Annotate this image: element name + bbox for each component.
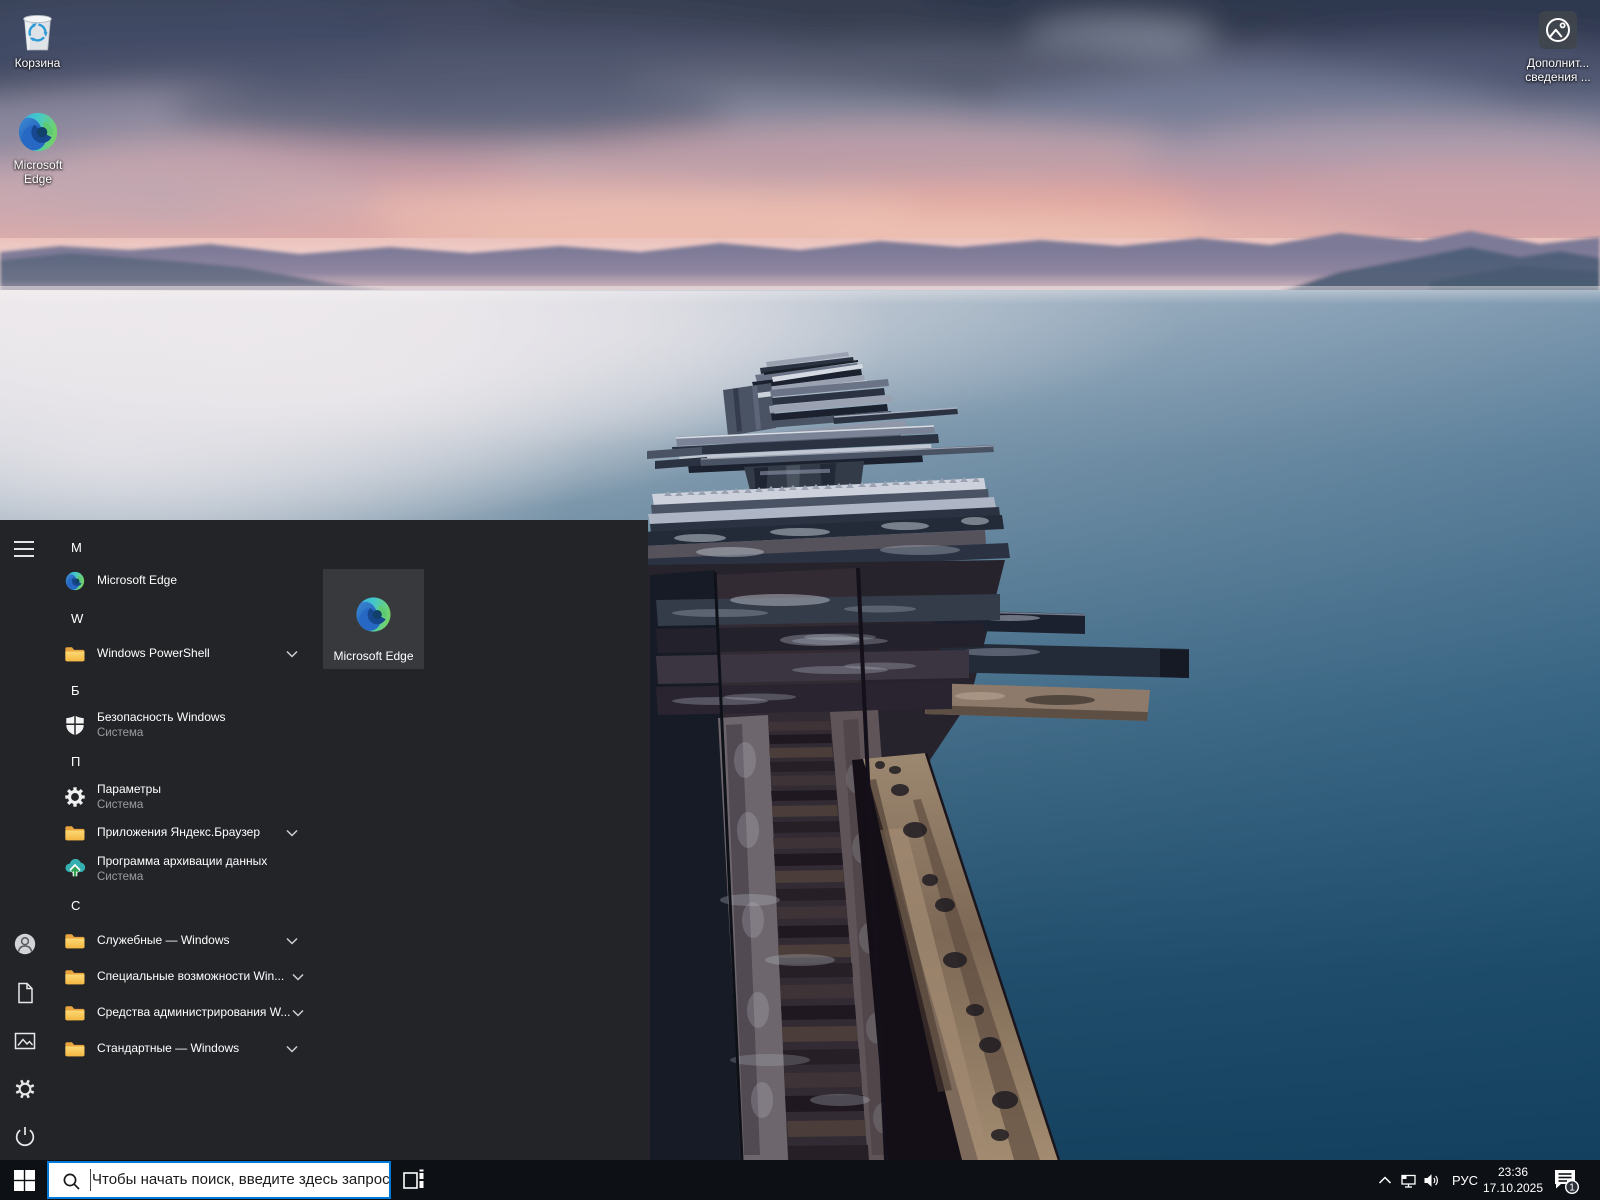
svg-text:1: 1 [1569, 1183, 1575, 1194]
